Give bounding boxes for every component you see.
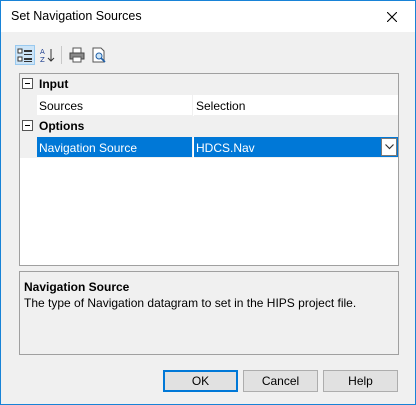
help-button[interactable]: Help (323, 370, 398, 392)
ok-button[interactable]: OK (163, 370, 238, 392)
toolbar-separator (61, 46, 62, 64)
categorized-icon (17, 48, 32, 62)
collapse-icon[interactable] (22, 78, 33, 89)
dropdown-button[interactable] (381, 138, 397, 156)
property-value-select[interactable]: HDCS.Nav (194, 137, 398, 158)
property-row-sources[interactable]: Sources Selection (20, 95, 398, 116)
property-grid-toolbar: A Z (15, 44, 111, 66)
category-input[interactable]: Input (20, 74, 398, 95)
print-button[interactable] (67, 45, 87, 65)
property-value[interactable]: Selection (194, 95, 398, 116)
print-preview-icon (92, 47, 106, 63)
property-row-navigation-source[interactable]: Navigation Source HDCS.Nav (20, 137, 398, 158)
description-text: The type of Navigation datagram to set i… (24, 296, 357, 310)
title-bar[interactable]: Set Navigation Sources (1, 1, 415, 32)
property-name: Navigation Source (37, 137, 193, 158)
dialog-window: Set Navigation Sources A Z Input Sources… (0, 0, 416, 405)
property-name: Sources (37, 95, 193, 116)
print-preview-button[interactable] (89, 45, 109, 65)
svg-text:A: A (40, 48, 45, 56)
cancel-button[interactable]: Cancel (243, 370, 318, 392)
close-button[interactable] (369, 1, 415, 32)
sort-az-icon: A Z (40, 48, 55, 63)
selected-value: HDCS.Nav (196, 141, 255, 155)
category-label: Input (39, 77, 69, 91)
printer-icon (69, 47, 85, 63)
description-pane: Navigation Source The type of Navigation… (19, 271, 399, 355)
row-gutter (20, 137, 37, 158)
alphabetical-button[interactable]: A Z (37, 45, 57, 65)
category-options[interactable]: Options (20, 116, 398, 137)
chevron-down-icon (384, 144, 394, 150)
category-label: Options (39, 119, 85, 133)
window-title: Set Navigation Sources (11, 9, 142, 23)
categorized-button[interactable] (15, 45, 35, 65)
svg-text:Z: Z (40, 56, 45, 63)
property-grid: Input Sources Selection Options Navigati… (19, 73, 399, 266)
description-title: Navigation Source (24, 280, 130, 294)
collapse-icon[interactable] (22, 120, 33, 131)
close-icon (387, 11, 397, 22)
row-gutter (20, 95, 37, 116)
